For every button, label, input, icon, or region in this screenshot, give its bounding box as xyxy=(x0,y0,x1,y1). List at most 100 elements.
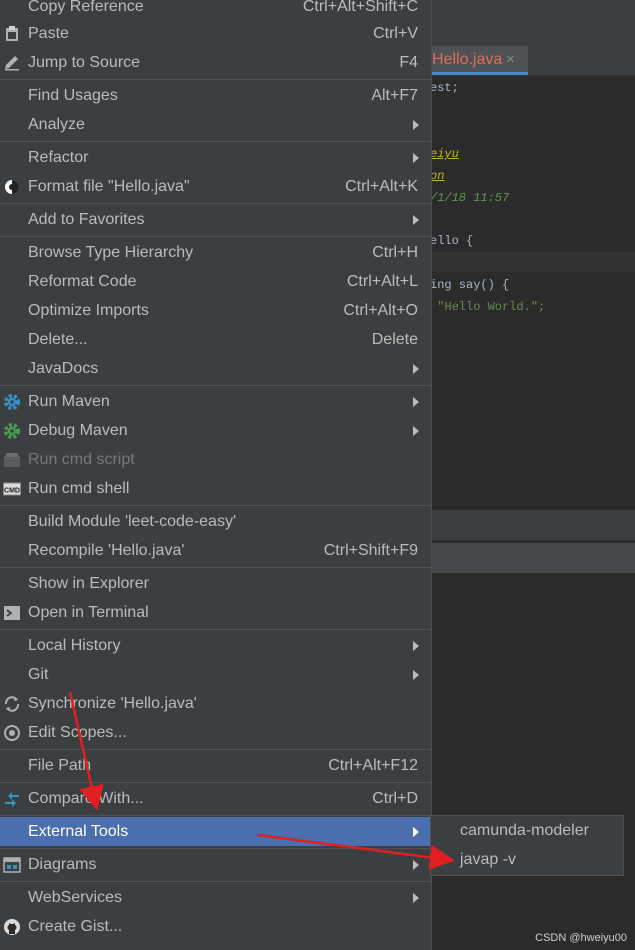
menu-item-analyze[interactable]: Analyze xyxy=(0,110,431,139)
menu-item-file-path[interactable]: File Path Ctrl+Alt+F12 xyxy=(0,751,431,780)
terminal-icon xyxy=(3,604,21,622)
menu-separator xyxy=(0,141,431,142)
menu-item-shortcut: F4 xyxy=(399,54,418,71)
menu-item-label: Recompile 'Hello.java' xyxy=(28,542,185,559)
github-icon xyxy=(3,918,21,936)
menu-item-label: Diagrams xyxy=(28,856,97,873)
menu-item-label: Delete... xyxy=(28,331,88,348)
menu-item-optimize-imports[interactable]: Optimize Imports Ctrl+Alt+O xyxy=(0,296,431,325)
menu-item-create-gist[interactable]: Create Gist... xyxy=(0,912,431,941)
menu-item-synchronize-hello-java[interactable]: Synchronize 'Hello.java' xyxy=(0,689,431,718)
menu-separator xyxy=(0,881,431,882)
menu-item-copy-reference[interactable]: Copy Reference Ctrl+Alt+Shift+C xyxy=(0,0,431,21)
menu-item-refactor[interactable]: Refactor xyxy=(0,143,431,172)
compare-icon xyxy=(3,790,21,808)
menu-item-run-maven[interactable]: Run Maven xyxy=(0,387,431,416)
menu-item-label: JavaDocs xyxy=(28,360,99,377)
menu-item-label: Analyze xyxy=(28,116,85,133)
submenu-arrow-icon xyxy=(413,397,419,407)
menu-item-label: Git xyxy=(28,666,49,683)
cmd-icon: CMD xyxy=(3,480,21,498)
submenu-item-javap-v[interactable]: javap -v xyxy=(431,845,623,874)
menu-item-build-module-leet-code-easy[interactable]: Build Module 'leet-code-easy' xyxy=(0,507,431,536)
submenu-item-label: camunda-modeler xyxy=(460,822,589,839)
menu-item-label: Create Gist... xyxy=(28,918,123,935)
menu-item-format-file-hello-java[interactable]: Format file "Hello.java" Ctrl+Alt+K xyxy=(0,172,431,201)
menu-item-run-cmd-shell[interactable]: CMD Run cmd shell xyxy=(0,474,431,503)
submenu-arrow-icon xyxy=(413,120,419,130)
submenu-item-label: javap -v xyxy=(460,851,517,868)
code-line: "Hello World."; xyxy=(430,300,546,314)
menu-separator xyxy=(0,782,431,783)
menu-item-webservices[interactable]: WebServices xyxy=(0,883,431,912)
submenu-arrow-icon xyxy=(413,641,419,651)
menu-item-add-to-favorites[interactable]: Add to Favorites xyxy=(0,205,431,234)
menu-item-diagrams[interactable]: Diagrams xyxy=(0,850,431,879)
submenu-arrow-icon xyxy=(413,426,419,436)
submenu-arrow-icon xyxy=(413,893,419,903)
menu-separator xyxy=(0,629,431,630)
menu-item-compare-with[interactable]: Compare With... Ctrl+D xyxy=(0,784,431,813)
menu-item-shortcut: Ctrl+Shift+F9 xyxy=(323,542,418,559)
close-icon[interactable]: × xyxy=(506,46,515,73)
editor-tab-hello-java[interactable]: Hello.java × xyxy=(430,46,528,75)
menu-item-local-history[interactable]: Local History xyxy=(0,631,431,660)
menu-item-external-tools[interactable]: External Tools xyxy=(0,817,431,846)
menu-item-label: Add to Favorites xyxy=(28,211,145,228)
code-line: eiyu xyxy=(430,147,459,161)
menu-item-shortcut: Ctrl+V xyxy=(373,25,418,42)
external-tools-submenu: camunda-modeler javap -v xyxy=(430,815,624,876)
menu-item-show-in-explorer[interactable]: Show in Explorer xyxy=(0,569,431,598)
menu-item-label: Run cmd script xyxy=(28,451,135,468)
menu-item-recompile-hello-java[interactable]: Recompile 'Hello.java' Ctrl+Shift+F9 xyxy=(0,536,431,565)
submenu-arrow-icon xyxy=(413,153,419,163)
menu-item-paste[interactable]: Paste Ctrl+V xyxy=(0,19,431,48)
code-line: /1/18 11:57 xyxy=(430,191,510,205)
menu-item-label: Edit Scopes... xyxy=(28,724,127,741)
menu-item-browse-type-hierarchy[interactable]: Browse Type Hierarchy Ctrl+H xyxy=(0,238,431,267)
menu-item-delete[interactable]: Delete... Delete xyxy=(0,325,431,354)
submenu-item-camunda-modeler[interactable]: camunda-modeler xyxy=(431,816,623,845)
menu-item-run-cmd-script[interactable]: Run cmd script xyxy=(0,445,431,474)
gear-green-icon xyxy=(3,422,21,440)
menu-separator xyxy=(0,505,431,506)
editor-toolbar xyxy=(430,0,635,44)
svg-text:CMD: CMD xyxy=(4,488,20,495)
menu-item-debug-maven[interactable]: Debug Maven xyxy=(0,416,431,445)
menu-separator xyxy=(0,815,431,816)
menu-item-edit-scopes[interactable]: Edit Scopes... xyxy=(0,718,431,747)
menu-item-label: Paste xyxy=(28,25,69,42)
paste-icon xyxy=(3,25,21,43)
menu-separator xyxy=(0,567,431,568)
current-line-highlight xyxy=(430,252,635,272)
menu-item-label: Format file "Hello.java" xyxy=(28,178,190,195)
menu-item-open-in-terminal[interactable]: Open in Terminal xyxy=(0,598,431,627)
menu-item-label: Refactor xyxy=(28,149,89,166)
submenu-arrow-icon xyxy=(413,827,419,837)
menu-item-shortcut: Ctrl+Alt+O xyxy=(343,302,418,319)
menu-separator xyxy=(0,749,431,750)
menu-item-git[interactable]: Git xyxy=(0,660,431,689)
menu-item-shortcut: Alt+F7 xyxy=(371,87,418,104)
menu-item-reformat-code[interactable]: Reformat Code Ctrl+Alt+L xyxy=(0,267,431,296)
menu-separator xyxy=(0,203,431,204)
menu-item-label: Run cmd shell xyxy=(28,480,130,497)
panel-header xyxy=(430,510,635,540)
menu-item-javadocs[interactable]: JavaDocs xyxy=(0,354,431,383)
menu-item-find-usages[interactable]: Find Usages Alt+F7 xyxy=(0,81,431,110)
menu-separator xyxy=(0,236,431,237)
menu-item-shortcut: Delete xyxy=(371,331,418,348)
menu-separator xyxy=(0,385,431,386)
menu-item-label: Build Module 'leet-code-easy' xyxy=(28,513,236,530)
menu-item-shortcut: Ctrl+Alt+L xyxy=(346,273,418,290)
menu-item-label: Reformat Code xyxy=(28,273,137,290)
menu-item-jump-to-source[interactable]: Jump to Source F4 xyxy=(0,48,431,77)
panel-row xyxy=(430,543,635,573)
menu-item-shortcut: Ctrl+Alt+Shift+C xyxy=(302,0,418,15)
code-line: ello { xyxy=(430,234,474,248)
code-line: ing say() { xyxy=(430,278,510,292)
format-icon xyxy=(3,178,21,196)
cmd-script-icon xyxy=(3,451,21,469)
submenu-arrow-icon xyxy=(413,364,419,374)
menu-item-label: Find Usages xyxy=(28,87,118,104)
